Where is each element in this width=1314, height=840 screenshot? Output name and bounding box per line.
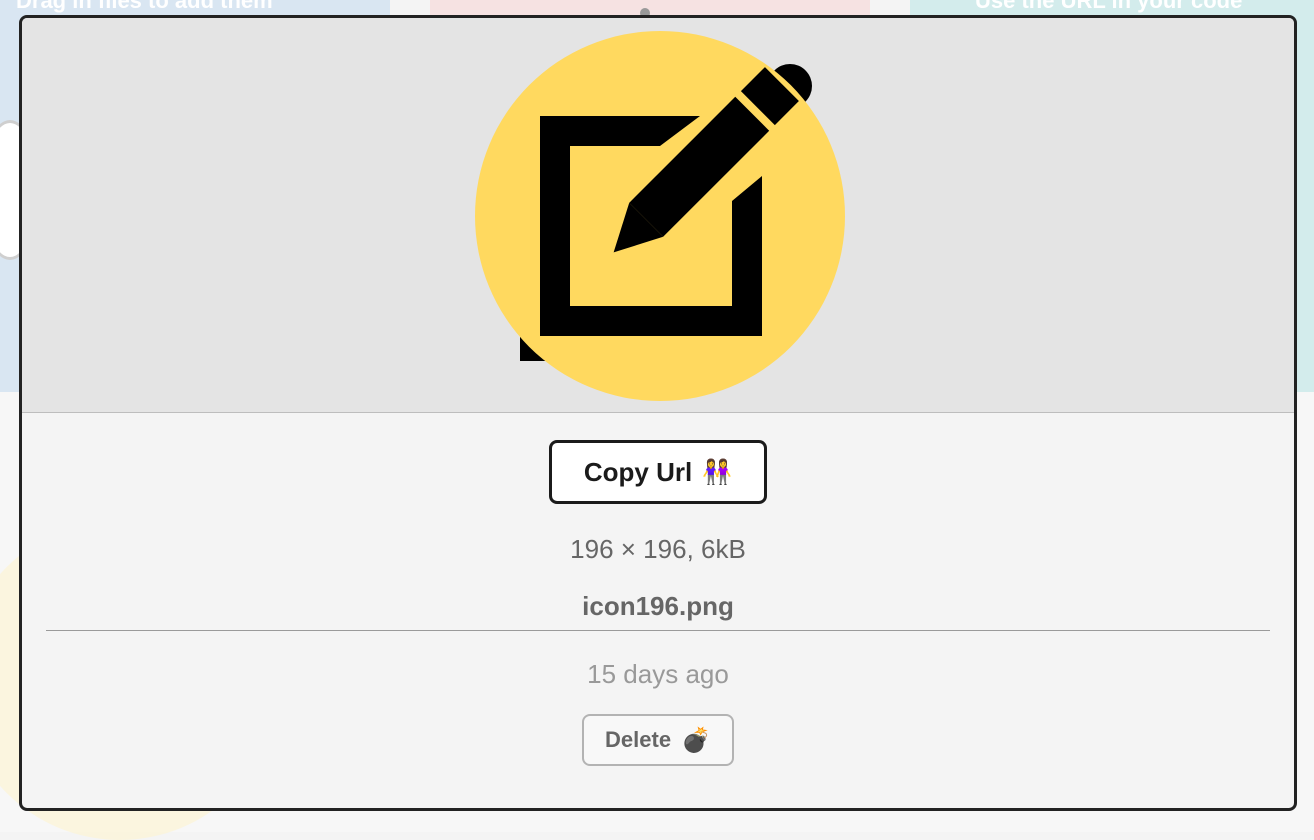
- image-info: Copy Url 👭 196 × 196, 6kB icon196.png 15…: [22, 414, 1294, 766]
- image-filename: icon196.png: [582, 591, 734, 621]
- delete-label: Delete: [605, 727, 672, 752]
- divider: [46, 630, 1270, 631]
- upload-age: 15 days ago: [587, 659, 729, 689]
- image-detail-modal: Copy Url 👭 196 × 196, 6kB icon196.png 15…: [19, 15, 1297, 811]
- copy-url-label: Copy Url: [583, 456, 693, 487]
- image-preview: [22, 18, 1294, 413]
- upload-heading: Drag in files to add them: [16, 0, 273, 13]
- copy-url-button[interactable]: Copy Url 👭: [549, 440, 767, 504]
- usage-heading: Use the URL in your code: [975, 0, 1243, 13]
- image-dimensions-size: 196 × 196, 6kB: [570, 534, 746, 564]
- two-women-emoji-icon: 👭: [702, 458, 733, 486]
- bomb-emoji-icon: 💣: [681, 726, 711, 754]
- edit-note-icon: [475, 31, 845, 401]
- delete-button[interactable]: Delete 💣: [582, 714, 734, 766]
